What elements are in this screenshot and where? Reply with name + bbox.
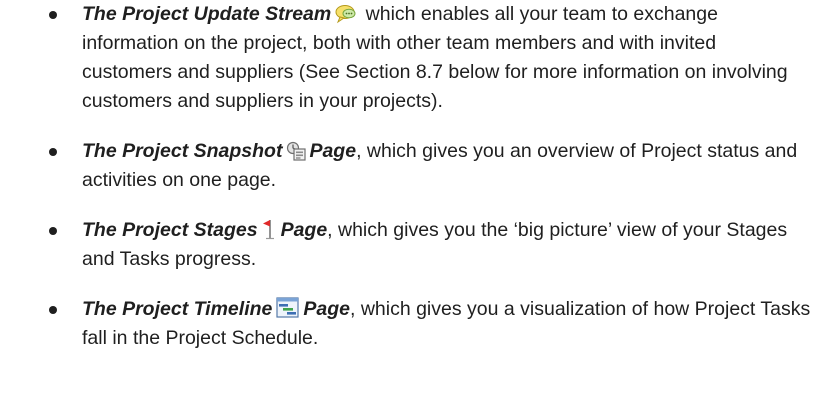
timeline-icon (276, 297, 300, 319)
bullet-marker (46, 137, 60, 166)
list-item-stages: The Project Stages Page, which gives you… (0, 216, 829, 274)
item-title: The Project Timeline (82, 298, 273, 320)
red-flag-icon (262, 218, 278, 240)
chat-bubbles-icon (335, 4, 357, 24)
item-title-suffix: Page (280, 219, 328, 241)
item-title: The Project Stages (82, 219, 258, 241)
list-item-timeline: The Project Timeline Page, which gives y… (0, 295, 829, 353)
item-title: The Project Update Stream (82, 3, 332, 25)
bullet-marker (46, 295, 60, 324)
item-title: The Project Snapshot (82, 140, 283, 162)
list-item-snapshot: The Project Snapshot Page, which gives y… (0, 137, 829, 195)
feature-bullet-list: The Project Update Stream which enables … (0, 0, 829, 353)
bullet-marker (46, 0, 60, 29)
snapshot-icon (286, 141, 307, 161)
item-title-suffix: Page (309, 140, 357, 162)
bullet-marker (46, 216, 60, 245)
document-page: The Project Update Stream which enables … (0, 0, 829, 417)
item-title-suffix: Page (303, 298, 350, 320)
list-item-update-stream: The Project Update Stream which enables … (0, 0, 829, 116)
